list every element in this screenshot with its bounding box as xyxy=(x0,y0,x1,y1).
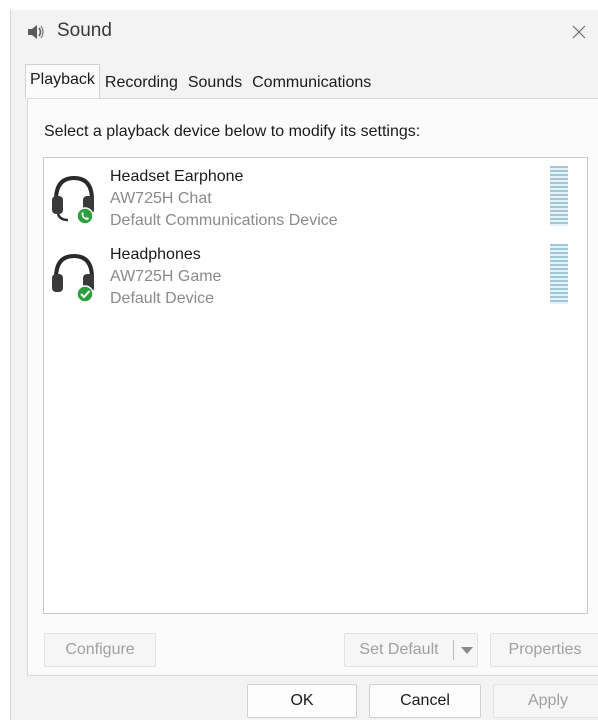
configure-button[interactable]: Configure xyxy=(44,633,156,667)
title-bar[interactable]: Sound xyxy=(11,10,598,54)
device-name: Headphones xyxy=(110,246,201,263)
instruction-text: Select a playback device below to modify… xyxy=(44,123,421,140)
tab-sounds[interactable]: Sounds xyxy=(183,68,247,98)
device-description: AW725H Game xyxy=(110,268,222,285)
ok-button[interactable]: OK xyxy=(247,684,357,718)
split-separator xyxy=(453,640,454,660)
apply-button[interactable]: Apply xyxy=(493,684,598,718)
device-headset-earphone[interactable]: Headset Earphone AW725H Chat Default Com… xyxy=(44,158,587,234)
headset-icon xyxy=(50,172,98,225)
close-button[interactable] xyxy=(562,14,598,50)
properties-button[interactable]: Properties xyxy=(490,633,598,667)
volume-level-meter xyxy=(550,244,568,304)
tab-bar: Playback Recording Sounds Communications xyxy=(25,64,376,98)
playback-device-list[interactable]: Headset Earphone AW725H Chat Default Com… xyxy=(43,157,588,614)
volume-level-meter xyxy=(550,166,568,226)
cancel-button[interactable]: Cancel xyxy=(369,684,481,718)
tab-recording[interactable]: Recording xyxy=(100,68,183,98)
device-description: AW725H Chat xyxy=(110,190,212,207)
headphones-icon xyxy=(50,250,98,303)
window-title: Sound xyxy=(57,20,112,41)
tab-communications[interactable]: Communications xyxy=(247,68,376,98)
sound-dialog: Sound Playback Recording Sounds Communic… xyxy=(10,10,598,720)
playback-panel: Select a playback device below to modify… xyxy=(27,98,598,676)
device-status: Default Device xyxy=(110,290,215,307)
close-icon xyxy=(572,25,586,39)
device-status: Default Communications Device xyxy=(110,212,338,229)
device-name: Headset Earphone xyxy=(110,168,244,185)
tab-playback[interactable]: Playback xyxy=(25,64,100,98)
chevron-down-icon[interactable] xyxy=(461,647,473,654)
set-default-button[interactable]: Set Default xyxy=(344,633,478,667)
speaker-icon xyxy=(25,21,47,43)
set-default-label: Set Default xyxy=(359,641,439,658)
device-headphones[interactable]: Headphones AW725H Game Default Device xyxy=(44,236,587,312)
